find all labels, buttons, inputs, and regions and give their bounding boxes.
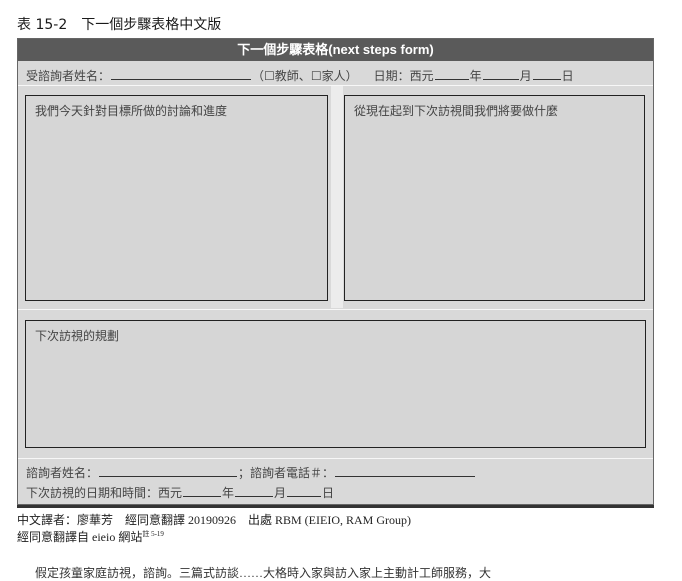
discussion-progress-box[interactable]: 我們今天針對目標所做的討論和進度 [25, 95, 328, 301]
box-gutter [331, 86, 343, 308]
consultant-name-label: 諮詢者姓名： [26, 466, 99, 480]
consultant-row: 諮詢者姓名： ；諮詢者電話＃： [26, 464, 476, 481]
source-credit-text: 經同意翻譯自 eieio 網站 [17, 530, 143, 544]
teacher-checkbox[interactable]: ☐ [264, 69, 275, 83]
consultee-name-field[interactable] [111, 68, 252, 80]
consultant-phone-field[interactable] [335, 465, 476, 477]
discussion-progress-label: 我們今天針對目標所做的討論和進度 [35, 104, 228, 118]
family-option-label: 家人） [321, 69, 358, 83]
row-divider [18, 309, 653, 310]
next-actions-box[interactable]: 從現在起到下次訪視間我們將要做什麼 [344, 95, 645, 301]
translator-credit: 中文譯者：廖華芳 經同意翻譯 20190926 出處 RBM (EIEIO, R… [17, 513, 411, 527]
role-open-paren: （ [252, 69, 265, 83]
date-month-field[interactable] [482, 68, 519, 80]
next-visit-plan-label: 下次訪視的規劃 [35, 329, 120, 343]
visit-month-field[interactable] [235, 485, 274, 497]
next-steps-form: 下一個步驟表格(next steps form) 受諮詢者姓名： （☐教師、☐家人… [17, 38, 654, 505]
next-actions-label: 從現在起到下次訪視間我們將要做什麼 [354, 104, 559, 118]
teacher-option-label: 教師、 [274, 69, 311, 83]
form-title: 下一個步驟表格(next steps form) [18, 39, 653, 61]
visit-year-field[interactable] [183, 485, 222, 497]
date-month-label: 月 [519, 69, 532, 83]
row-divider [18, 458, 653, 459]
date-day-label: 日 [561, 69, 574, 83]
visit-month-label: 月 [274, 486, 287, 500]
visit-day-label: 日 [322, 486, 335, 500]
family-checkbox[interactable]: ☐ [311, 69, 322, 83]
next-visit-row: 下次訪視的日期和時間：西元 年 月 日 [26, 484, 334, 501]
form-bottom-rule [17, 505, 654, 508]
consultant-name-field[interactable] [99, 465, 238, 477]
date-day-field[interactable] [532, 68, 561, 80]
date-year-label: 年 [469, 69, 482, 83]
consultee-name-label: 受諮詢者姓名： [26, 69, 111, 83]
visit-day-field[interactable] [287, 485, 322, 497]
consultee-row: 受諮詢者姓名： （☐教師、☐家人） 日期：西元年月日 [26, 67, 574, 84]
next-visit-label: 下次訪視的日期和時間：西元 [26, 486, 183, 500]
table-caption: 表 15-2 下一個步驟表格中文版 [17, 17, 222, 33]
truncated-body-text: 假定孩童家庭訪視，諮詢。三篇式訪談……大格時入家與訪入家上主動計工師服務，大 [35, 566, 492, 580]
date-year-field[interactable] [434, 68, 469, 80]
visit-year-label: 年 [222, 486, 235, 500]
footnote-ref: 註 5-19 [142, 530, 164, 538]
consultant-phone-label: ；諮詢者電話＃： [238, 466, 335, 480]
date-label: 日期：西元 [373, 69, 434, 83]
source-credit: 經同意翻譯自 eieio 網站註 5-19 [17, 528, 164, 545]
next-visit-plan-box[interactable]: 下次訪視的規劃 [25, 320, 646, 448]
